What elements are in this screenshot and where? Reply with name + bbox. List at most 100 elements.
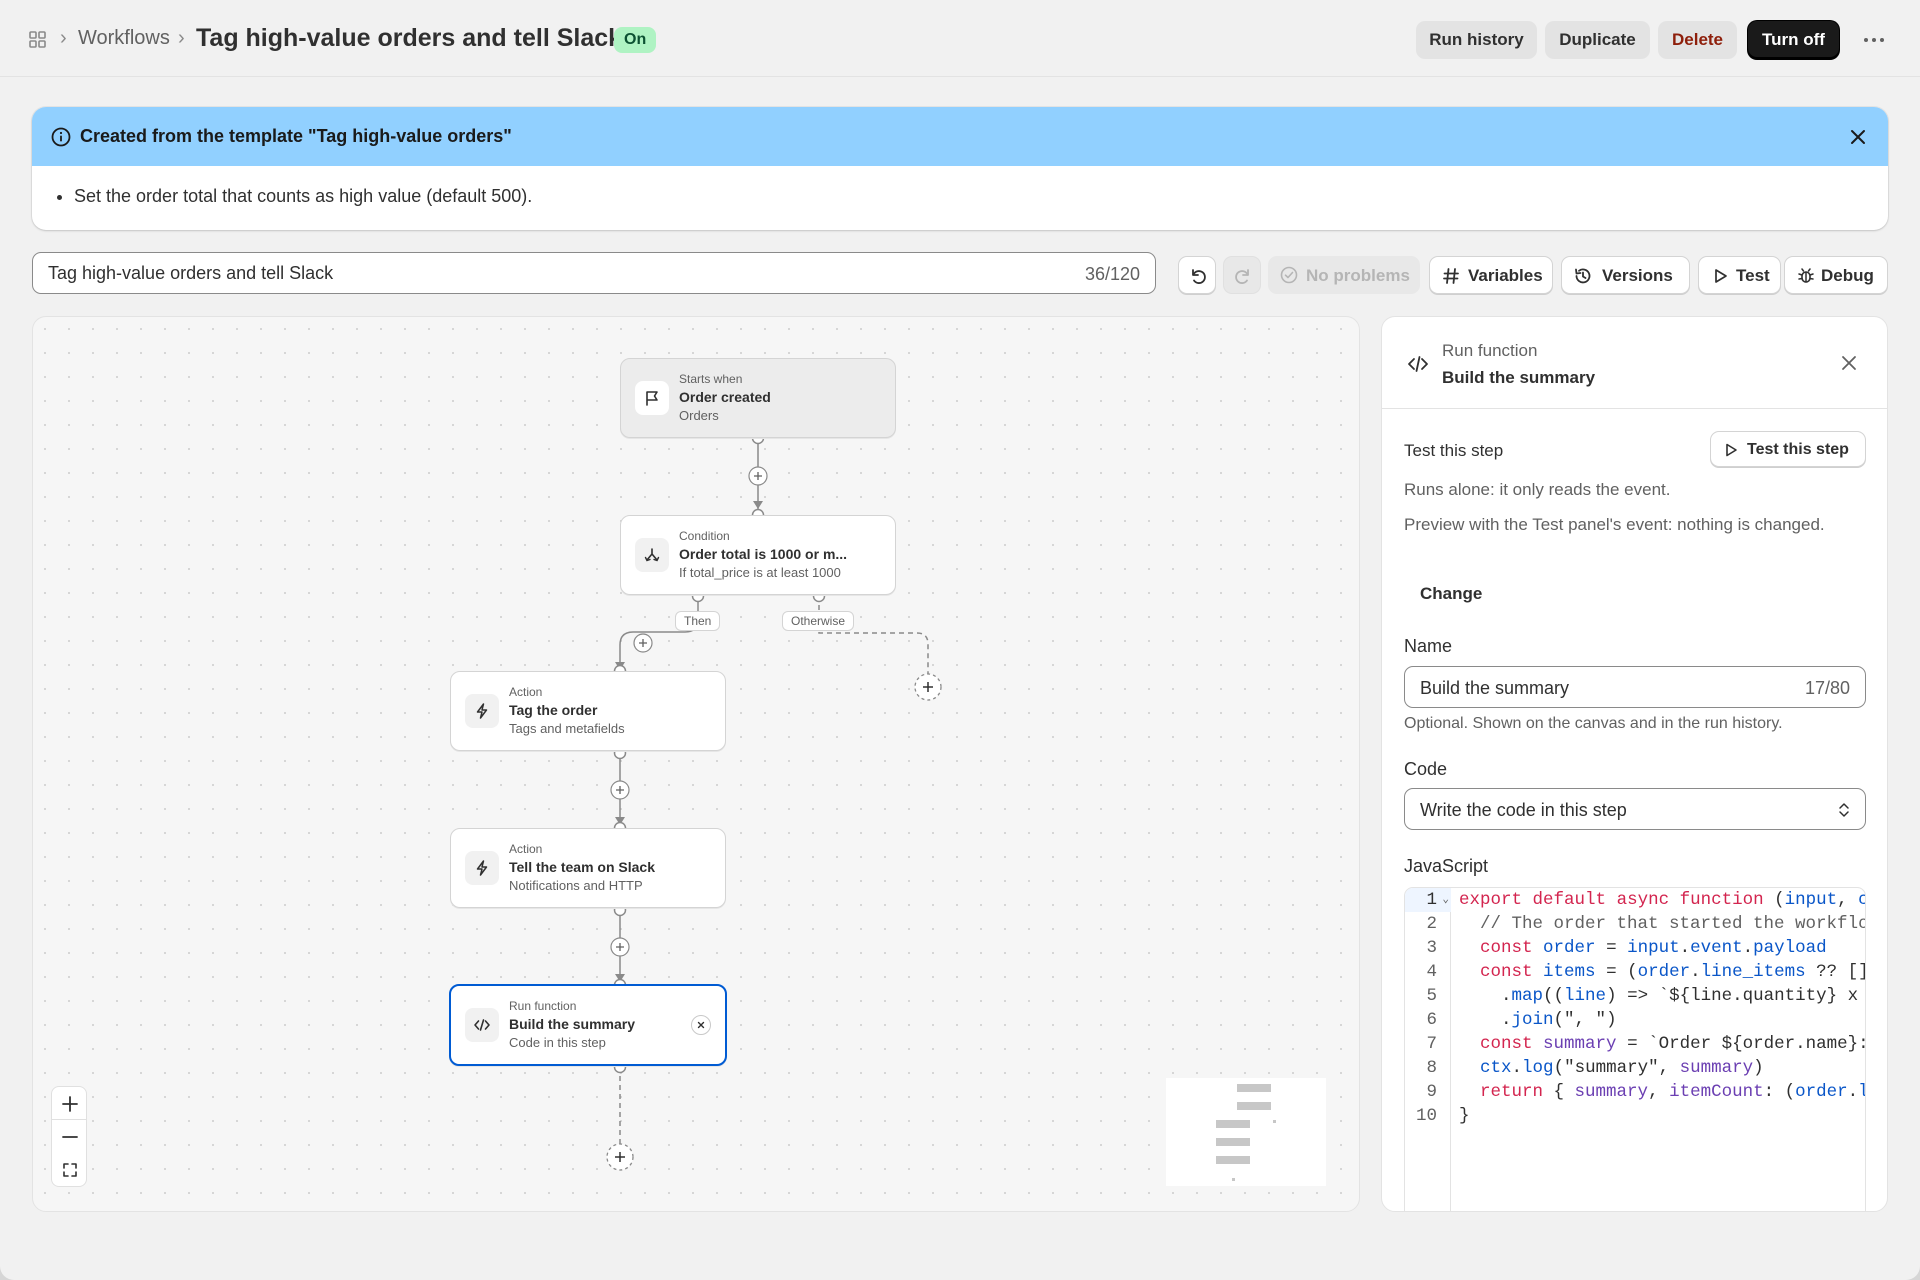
edge-label-otherwise: Otherwise [782, 611, 855, 631]
line-number: 4 [1426, 962, 1437, 982]
remove-step-button[interactable] [691, 1015, 711, 1035]
code-line: return { summary, itemCount: (order.l [1480, 1082, 1865, 1102]
code-icon [1408, 356, 1428, 372]
code-line: ctx.log("summary", summary) [1480, 1058, 1764, 1078]
test-button[interactable]: Test [1698, 256, 1781, 294]
node-subtitle: Orders [679, 408, 719, 423]
code-source-value: Write the code in this step [1420, 800, 1627, 820]
close-icon[interactable] [1837, 351, 1861, 375]
banner-list-item: Set the order total that counts as high … [74, 186, 1888, 207]
test-this-step-button[interactable]: Test this step [1710, 431, 1866, 467]
workflow-name-input[interactable] [48, 253, 1048, 293]
undo-icon [1192, 269, 1206, 284]
node-title: Tag the order [509, 702, 598, 718]
versions-button[interactable]: Versions [1561, 256, 1690, 294]
node-kicker: Action [509, 842, 543, 856]
minimap-node [1237, 1084, 1271, 1092]
duplicate-button[interactable]: Duplicate [1545, 21, 1650, 59]
code-line: .map((line) => `${line.quantity} x [1459, 986, 1859, 1006]
node-icon-container [635, 381, 669, 415]
fold-chevron-icon[interactable]: ⌄ [1442, 888, 1449, 912]
node-kicker: Action [509, 685, 543, 699]
plus-icon [62, 1096, 78, 1112]
step-name-field[interactable]: Build the summary 17/80 [1404, 666, 1866, 708]
run-history-button[interactable]: Run history [1416, 21, 1537, 59]
hashtag-icon [1443, 268, 1459, 284]
panel-title: Build the summary [1442, 368, 1596, 387]
no-problems-button[interactable]: No problems [1268, 256, 1420, 294]
minimap-node [1216, 1156, 1250, 1164]
step-details-panel: Run function Build the summary Test this… [1381, 316, 1888, 1212]
trigger-node[interactable]: Starts when Order created Orders [620, 358, 896, 438]
fit-screen-icon [63, 1163, 77, 1177]
change-event-link[interactable]: Change [1420, 584, 1482, 604]
action-node-slack[interactable]: Action Tell the team on Slack Notificati… [450, 828, 726, 908]
canvas-minimap[interactable] [1166, 1078, 1326, 1186]
code-line: .join(", ") [1459, 1010, 1617, 1030]
node-subtitle: Tags and metafields [509, 721, 625, 736]
debug-label: Debug [1821, 266, 1874, 285]
more-actions-icon[interactable] [1860, 28, 1888, 52]
redo-icon [1235, 269, 1249, 284]
breadcrumb-workflows-link[interactable]: Workflows [78, 27, 170, 50]
panel-kicker: Run function [1442, 341, 1538, 360]
runs-alone-text: Runs alone: it only reads the event. [1404, 480, 1671, 499]
lightning-icon [476, 703, 488, 719]
page-title: Tag high-value orders and tell Slack [196, 24, 623, 52]
breadcrumb-separator: › [60, 27, 67, 49]
debug-button[interactable]: Debug [1784, 256, 1888, 294]
code-line: const summary = `Order ${order.name}: [1480, 1034, 1866, 1054]
play-icon [1715, 269, 1727, 283]
condition-node[interactable]: Condition Order total is 1000 or m... If… [620, 515, 896, 595]
line-number: 8 [1426, 1058, 1437, 1078]
line-number: 5 [1426, 986, 1437, 1006]
node-kicker: Condition [679, 529, 730, 543]
test-label: Test [1736, 266, 1770, 285]
preview-text: Preview with the Test panel's event: not… [1404, 515, 1825, 534]
line-number: 6 [1426, 1010, 1437, 1030]
variables-button[interactable]: Variables [1429, 256, 1553, 294]
node-subtitle: Notifications and HTTP [509, 878, 643, 893]
fit-view-button[interactable] [51, 1153, 87, 1187]
name-character-count: 36/120 [1084, 264, 1140, 284]
select-arrows-icon [1839, 803, 1849, 817]
line-number: 7 [1426, 1034, 1437, 1054]
minimap-add-point [1273, 1120, 1276, 1123]
minimap-node [1237, 1102, 1271, 1110]
top-bar: › Workflows › Tag high-value orders and … [0, 0, 1920, 77]
run-function-node[interactable]: Run function Build the summary Code in t… [449, 984, 727, 1066]
versions-label: Versions [1602, 266, 1673, 285]
node-icon-container [465, 694, 499, 728]
info-icon [51, 127, 71, 147]
close-icon[interactable] [1846, 125, 1870, 149]
workflow-canvas[interactable]: Then Otherwise Starts when Order created… [32, 316, 1360, 1212]
code-source-select[interactable]: Write the code in this step [1404, 788, 1866, 830]
node-title: Tell the team on Slack [509, 859, 656, 875]
breadcrumb-separator: › [178, 27, 185, 49]
line-number: 2 [1426, 914, 1437, 934]
history-icon [1575, 268, 1591, 284]
zoom-out-button[interactable] [51, 1120, 87, 1154]
apps-grid-icon[interactable] [28, 30, 48, 50]
turn-off-button[interactable]: Turn off [1748, 21, 1839, 59]
node-kicker: Starts when [679, 372, 743, 386]
check-circle-icon [1280, 266, 1298, 284]
node-subtitle: If total_price is at least 1000 [679, 565, 841, 580]
redo-button[interactable] [1223, 256, 1261, 294]
code-icon [474, 1019, 490, 1031]
node-kicker: Run function [509, 999, 577, 1013]
banner-list: Set the order total that counts as high … [32, 166, 1888, 207]
minus-icon [62, 1136, 78, 1138]
no-problems-label: No problems [1306, 266, 1410, 285]
code-editor[interactable]: 1 ⌄ 2 3 4 5 6 7 8 9 10 export default asy… [1404, 887, 1866, 1211]
delete-button[interactable]: Delete [1658, 21, 1737, 59]
node-title: Order created [679, 389, 771, 405]
undo-button[interactable] [1178, 256, 1216, 294]
name-label: Name [1404, 636, 1453, 656]
workflow-editor: › Workflows › Tag high-value orders and … [0, 0, 1920, 1280]
workflow-name-field[interactable]: 36/120 [32, 252, 1156, 294]
javascript-label: JavaScript [1404, 856, 1489, 876]
panel-header: Run function Build the summary [1382, 317, 1887, 409]
action-node-tag-order[interactable]: Action Tag the order Tags and metafields [450, 671, 726, 751]
zoom-in-button[interactable] [51, 1086, 87, 1120]
